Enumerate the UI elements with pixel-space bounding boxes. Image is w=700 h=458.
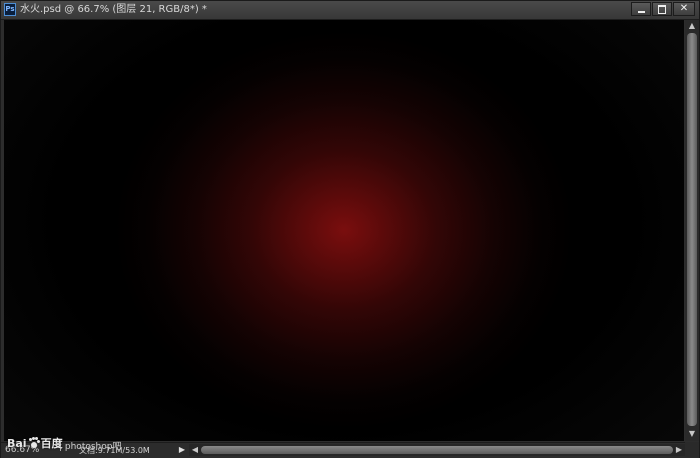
vertical-scroll-thumb[interactable] [687,33,697,426]
baidu-paw-icon [28,437,40,449]
scrollbar-corner [685,442,699,457]
document-size-info: 文档:9.71M/53.0M [79,446,150,455]
maximize-button[interactable] [652,2,672,16]
scroll-down-arrow-icon[interactable]: ▼ [685,428,699,440]
vertical-scrollbar[interactable]: ▲ ▼ [685,20,699,441]
title-bar[interactable]: Ps 水火.psd @ 66.7% (图层 21, RGB/8*) * ✕ [1,1,699,20]
scroll-right-arrow-icon[interactable]: ▶ [673,444,685,456]
minimize-button[interactable] [631,2,651,16]
baidu-watermark: Bai 百度 [7,437,63,451]
status-bar: 66.67% Bai 百度 | photoshop吧 文档:9.71M/53.0M… [1,437,699,458]
close-icon: ✕ [679,3,689,14]
document-window: Ps 水火.psd @ 66.7% (图层 21, RGB/8*) * ✕ ▲ … [0,0,700,458]
horizontal-scrollbar[interactable]: ◀ ▶ [189,444,685,456]
document-canvas[interactable] [4,20,684,441]
document-title: 水火.psd @ 66.7% (图层 21, RGB/8*) * [20,4,207,15]
horizontal-scroll-thumb[interactable] [201,446,673,454]
scroll-up-arrow-icon[interactable]: ▲ [685,20,699,32]
scroll-left-arrow-icon[interactable]: ◀ [189,444,201,456]
status-menu-arrow-icon[interactable]: ▶ [177,444,187,456]
window-controls: ✕ [631,2,695,16]
watermark-brand-left: Bai [7,437,27,450]
photoshop-app-icon[interactable]: Ps [4,3,16,16]
close-button[interactable]: ✕ [673,2,695,16]
